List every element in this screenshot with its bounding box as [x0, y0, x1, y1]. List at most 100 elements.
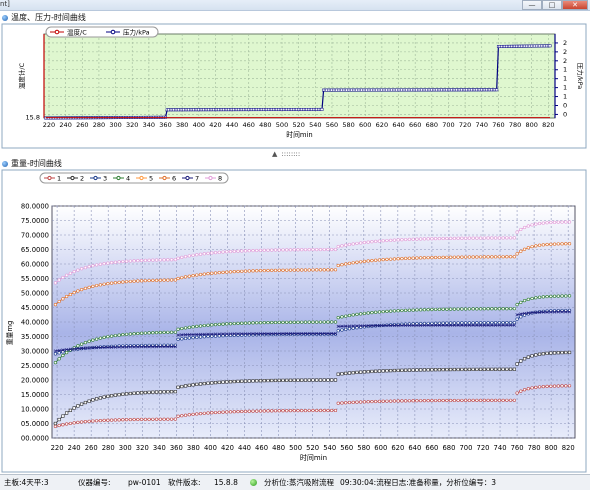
series-8-point: [158, 258, 162, 262]
x-tick-label: 780: [509, 121, 521, 129]
series-6-point: [136, 279, 140, 283]
series-6-point: [57, 299, 61, 304]
series-8-point: [355, 241, 359, 246]
series-4-point: [509, 307, 513, 311]
series-1-point: [437, 398, 441, 403]
series-8-point: [121, 259, 125, 264]
x-tick-label: 680: [442, 444, 455, 452]
series-3-point: [232, 333, 236, 337]
x-tick-label: 760: [511, 444, 524, 452]
series-8-point: [173, 258, 177, 262]
right-tick-label: 0: [563, 101, 567, 109]
x-tick-label: 600: [359, 121, 371, 129]
series-2-point: [213, 381, 218, 385]
series-2-point: [381, 369, 385, 373]
x-tick-label: 360: [159, 121, 171, 129]
series-2-point: [68, 408, 72, 412]
x-tick-label: 620: [391, 444, 404, 452]
legend-label: 温度/C: [67, 28, 87, 37]
series-1-point: [87, 419, 91, 423]
series-8-point: [389, 238, 393, 242]
series-8-point: [277, 248, 281, 252]
series-4-point: [411, 308, 415, 312]
series-4-point: [117, 333, 121, 337]
series-8-point: [266, 248, 270, 252]
series-6-point: [486, 255, 490, 259]
series-2-point: [292, 378, 296, 382]
series-2-point: [106, 394, 110, 398]
series-8-point: [68, 271, 72, 275]
maximize-button[interactable]: □: [542, 0, 562, 10]
series-6-point: [102, 282, 106, 286]
series-4-point: [344, 314, 348, 318]
series-6-point: [232, 270, 236, 274]
series-8-point: [87, 264, 91, 269]
series-8-point: [187, 254, 191, 258]
series-8-point: [169, 258, 174, 262]
series-8-point: [110, 261, 114, 265]
right-tick-label: 1: [563, 93, 567, 101]
series-2-point: [162, 390, 166, 394]
series-2-point: [221, 380, 225, 384]
series-2-point: [198, 382, 203, 386]
series-8-point: [198, 252, 203, 256]
series-8-point: [273, 248, 278, 252]
series-1-point: [362, 400, 367, 404]
series-6-point: [351, 261, 355, 265]
series-6-point: [303, 268, 308, 272]
series-6-point: [270, 268, 274, 273]
series-1-point: [72, 421, 76, 425]
panel-splitter[interactable]: ▲ ::::::::: [272, 150, 300, 158]
series-6-point: [251, 269, 255, 273]
series-6-point: [407, 256, 412, 260]
series-4-point: [311, 320, 315, 324]
series-4-point: [549, 294, 553, 298]
series-1-point: [65, 422, 69, 426]
series-2-point: [61, 414, 65, 418]
series-6-point: [110, 281, 114, 285]
series-8-point: [296, 248, 300, 252]
series-4-point: [541, 295, 545, 299]
series-8-point: [288, 248, 293, 252]
minimize-button[interactable]: —: [522, 0, 542, 10]
series-4-point: [522, 299, 527, 303]
series-8-point: [147, 258, 151, 262]
status-device-value: pw-0101: [128, 478, 161, 487]
series-1-point: [61, 423, 65, 427]
series-8-point: [490, 236, 494, 240]
series-6-point: [389, 257, 393, 261]
series-2-point: [270, 378, 274, 383]
status-analysis: 分析位:蒸汽吸附流程: [264, 478, 335, 487]
series-6-point: [202, 272, 206, 276]
close-button[interactable]: ✕: [562, 0, 588, 10]
series-4-point: [374, 310, 378, 314]
series-8-point: [404, 237, 408, 242]
series-2-point: [225, 380, 229, 384]
y-tick-label: 05.0000: [21, 420, 49, 428]
splitter-arrow-icon[interactable]: ▲: [272, 150, 277, 158]
y-tick-label: 35.0000: [21, 333, 49, 341]
series-6-point: [479, 255, 483, 259]
series-8-point: [426, 237, 430, 241]
series-2-point: [300, 378, 304, 382]
series-1-point: [136, 417, 140, 422]
series-1-point: [526, 387, 530, 391]
series-6-point: [176, 276, 180, 281]
series-2-point: [232, 379, 236, 384]
splitter-grip[interactable]: ::::::::: [281, 150, 300, 158]
series-1-point: [505, 398, 509, 402]
series-8-point: [102, 262, 106, 266]
series-1-point: [307, 408, 311, 413]
series-1-point: [366, 400, 370, 404]
series-3-point: [340, 328, 344, 332]
series-6-point: [482, 255, 486, 259]
series-2-point: [456, 367, 460, 372]
series-3-point: [512, 320, 516, 325]
series-2-point: [262, 379, 266, 383]
series-1-point: [176, 414, 180, 418]
series-6-point: [494, 255, 498, 259]
series-2-point: [121, 392, 125, 396]
series-8-point: [53, 281, 58, 285]
x-tick-label: 640: [392, 121, 404, 129]
series-2-point: [288, 378, 293, 382]
